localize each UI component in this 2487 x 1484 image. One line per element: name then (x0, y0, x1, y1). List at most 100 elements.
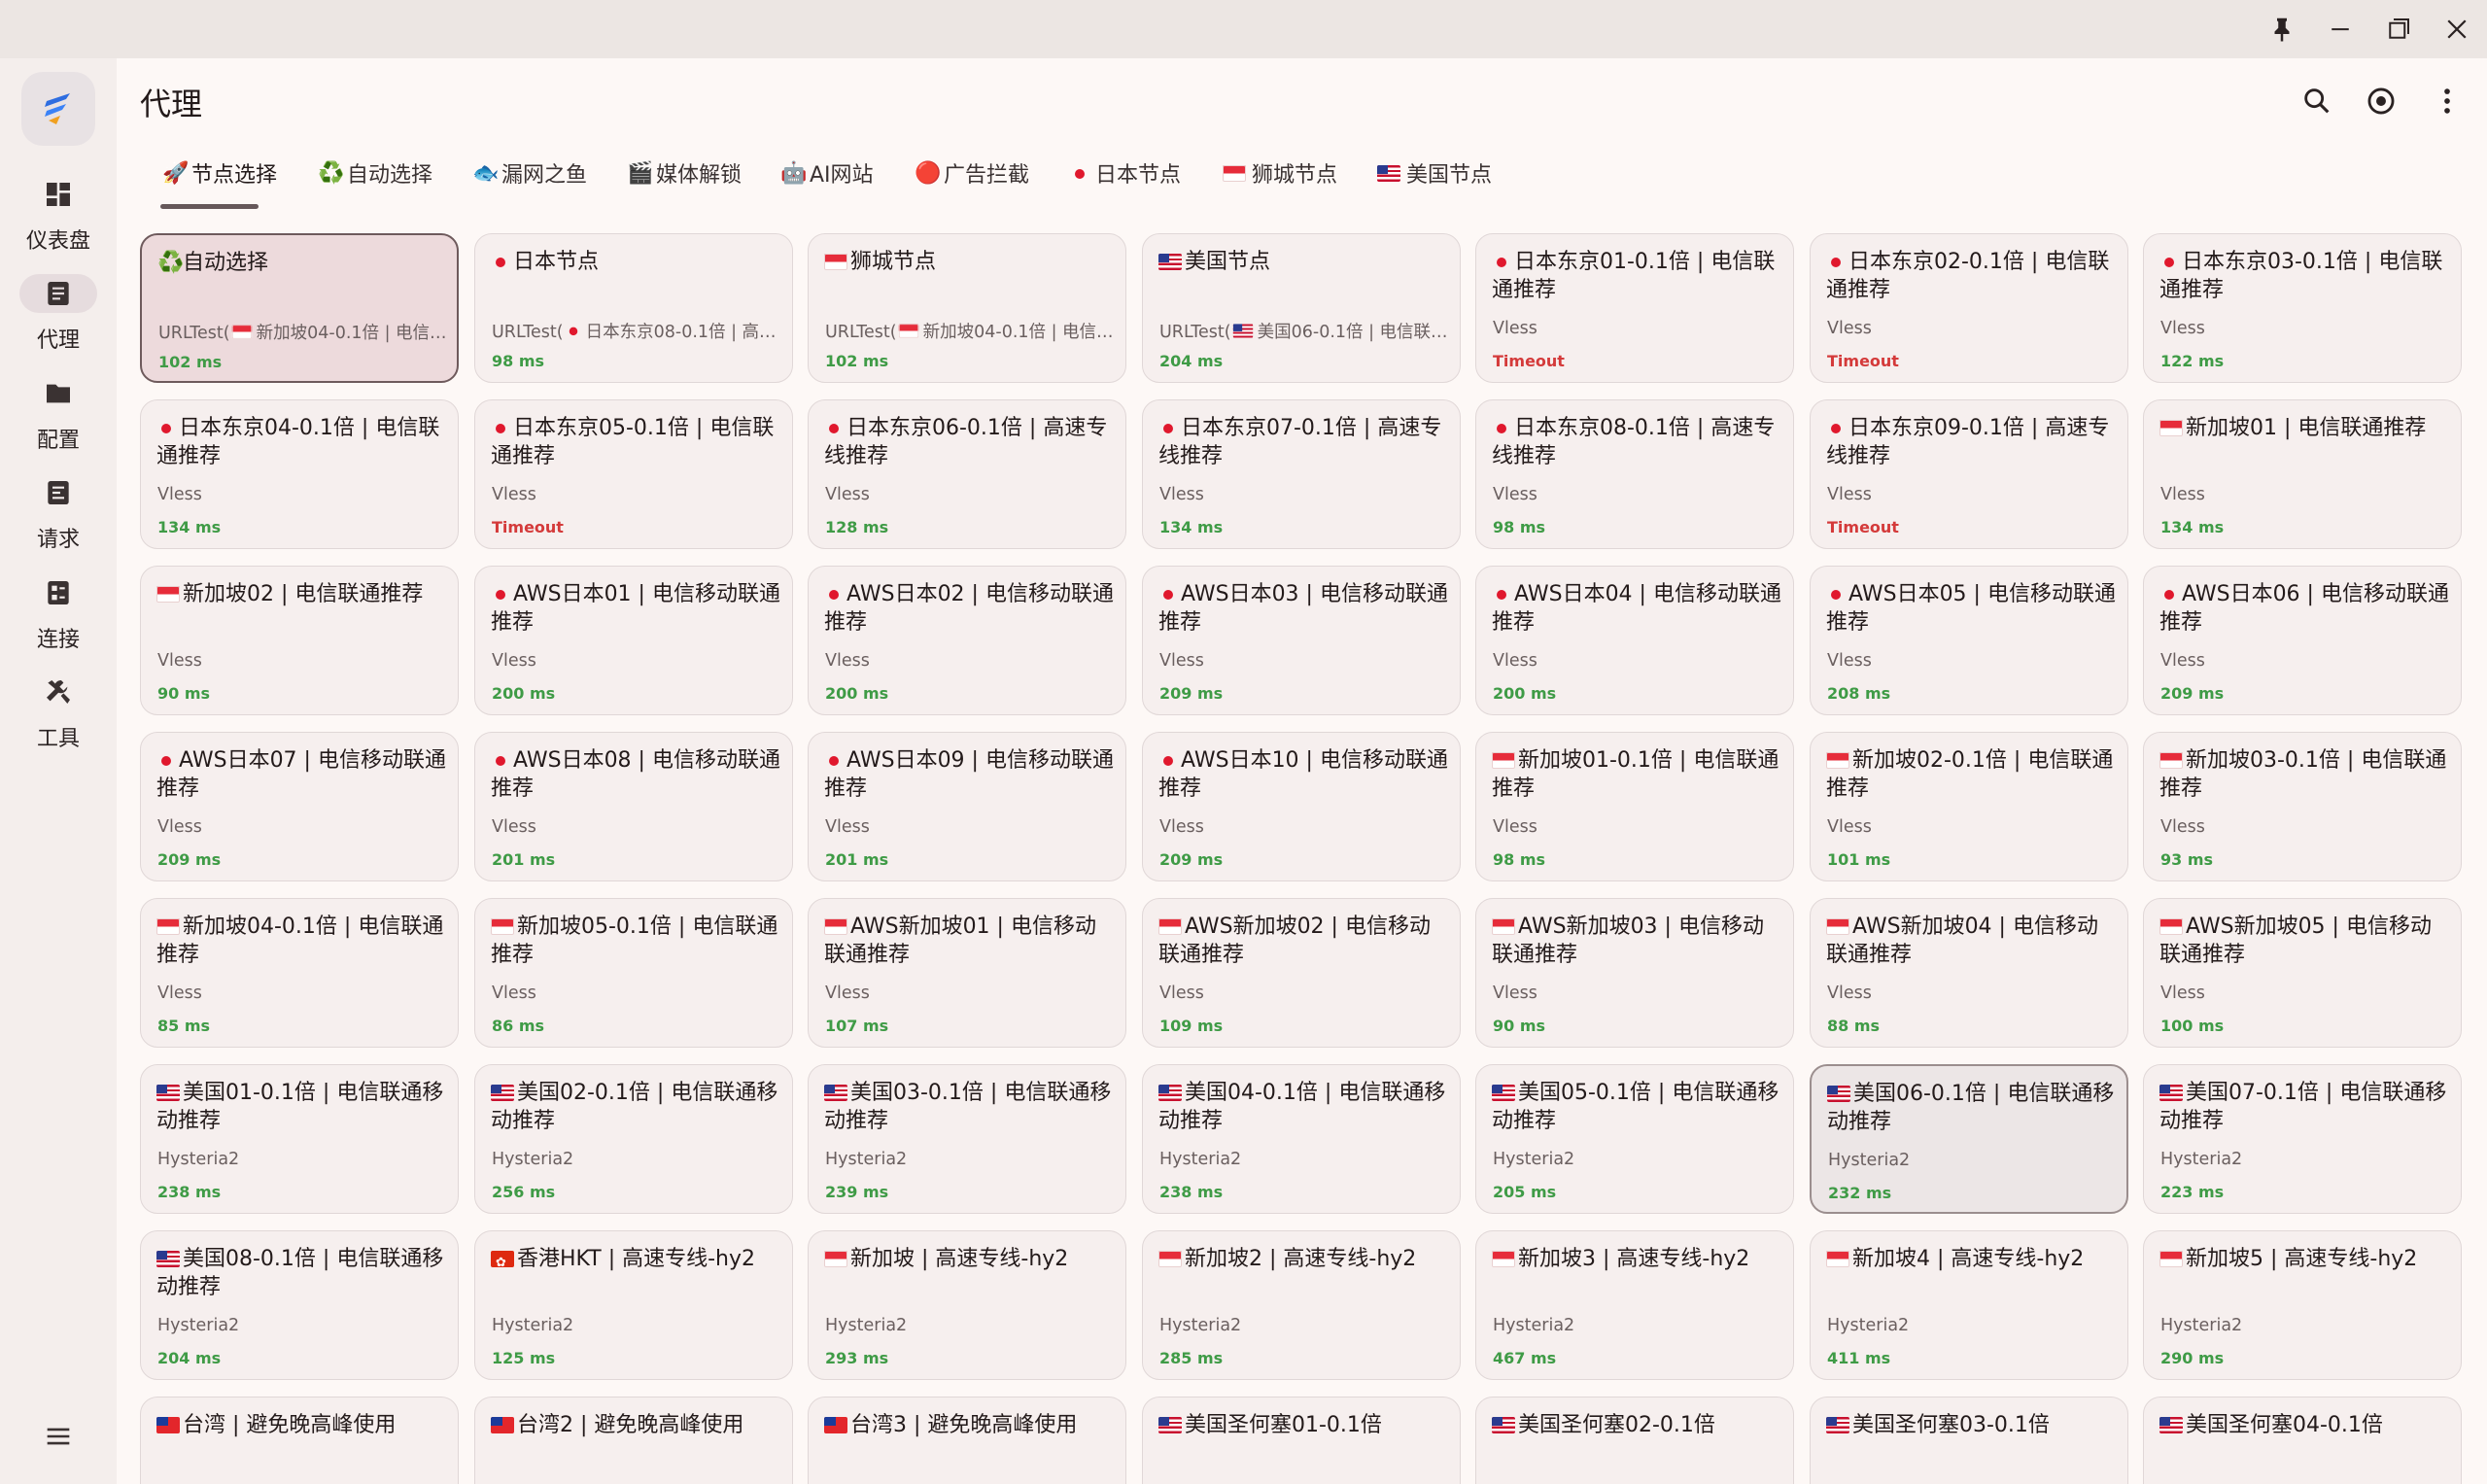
latency-badge[interactable]: 256 ms (492, 1183, 555, 1201)
proxy-card[interactable]: 台湾3 | 避免晚高峰使用 (808, 1397, 1126, 1484)
latency-badge[interactable]: 98 ms (492, 352, 544, 370)
proxy-card[interactable]: ♻️自动选择 URLTest(新加坡04-0.1倍 | 电信联通推荐) 102 ms (140, 233, 459, 383)
tab-singapore-nodes[interactable]: 狮城节点 (1223, 146, 1337, 200)
latency-badge[interactable]: 200 ms (492, 684, 555, 703)
more-vert-icon[interactable] (2424, 78, 2470, 124)
latency-badge[interactable]: 223 ms (2160, 1183, 2224, 1201)
proxy-card[interactable]: 日本东京01-0.1倍 | 电信联通推荐 Vless Timeout (1475, 233, 1794, 383)
proxy-card[interactable]: 美国05-0.1倍 | 电信联通移动推荐 Hysteria2 205 ms (1475, 1064, 1794, 1214)
latency-badge[interactable]: 205 ms (1493, 1183, 1556, 1201)
proxy-card[interactable]: 新加坡2 | 高速专线-hy2 Hysteria2 285 ms (1142, 1230, 1461, 1380)
proxy-card[interactable]: AWS新加坡03 | 电信移动联通推荐 Vless 90 ms (1475, 898, 1794, 1048)
latency-badge[interactable]: 209 ms (1159, 850, 1223, 869)
proxy-card[interactable]: AWS日本01 | 电信移动联通推荐 Vless 200 ms (474, 566, 793, 715)
latency-badge[interactable]: 107 ms (825, 1017, 888, 1035)
sidebar-item-proxy[interactable]: 代理 (0, 274, 117, 371)
latency-badge[interactable]: 238 ms (157, 1183, 221, 1201)
latency-badge[interactable]: 90 ms (1493, 1017, 1545, 1035)
proxy-card[interactable]: 美国圣何塞04-0.1倍 (2143, 1397, 2462, 1484)
proxy-card[interactable]: 狮城节点 URLTest(新加坡04-0.1倍 | 电信联通推荐) 102 ms (808, 233, 1126, 383)
proxy-card[interactable]: 美国07-0.1倍 | 电信联通移动推荐 Hysteria2 223 ms (2143, 1064, 2462, 1214)
tab-fallback[interactable]: 🐟 漏网之鱼 (472, 146, 587, 200)
target-icon[interactable] (2358, 78, 2404, 124)
latency-badge[interactable]: 90 ms (157, 684, 210, 703)
proxy-card[interactable]: 美国04-0.1倍 | 电信联通移动推荐 Hysteria2 238 ms (1142, 1064, 1461, 1214)
latency-badge[interactable]: Timeout (1827, 352, 1899, 370)
proxy-card[interactable]: 新加坡04-0.1倍 | 电信联通推荐 Vless 85 ms (140, 898, 459, 1048)
tab-ad-block[interactable]: 🔴 广告拦截 (915, 146, 1029, 200)
proxy-card[interactable]: 美国圣何塞02-0.1倍 (1475, 1397, 1794, 1484)
proxy-card[interactable]: 日本东京05-0.1倍 | 电信联通推荐 Vless Timeout (474, 399, 793, 549)
proxy-card[interactable]: 美国01-0.1倍 | 电信联通移动推荐 Hysteria2 238 ms (140, 1064, 459, 1214)
latency-badge[interactable]: 100 ms (2160, 1017, 2224, 1035)
latency-badge[interactable]: 122 ms (2160, 352, 2224, 370)
latency-badge[interactable]: 467 ms (1493, 1349, 1556, 1367)
latency-badge[interactable]: 134 ms (2160, 518, 2224, 536)
proxy-card[interactable]: AWS日本05 | 电信移动联通推荐 Vless 208 ms (1810, 566, 2128, 715)
latency-badge[interactable]: Timeout (492, 518, 564, 536)
proxy-card[interactable]: 日本东京04-0.1倍 | 电信联通推荐 Vless 134 ms (140, 399, 459, 549)
proxy-card[interactable]: 新加坡01 | 电信联通推荐 Vless 134 ms (2143, 399, 2462, 549)
proxy-card[interactable]: 美国圣何塞03-0.1倍 (1810, 1397, 2128, 1484)
sidebar-item-requests[interactable]: 请求 (0, 473, 117, 570)
latency-badge[interactable]: 209 ms (157, 850, 221, 869)
close-icon[interactable] (2435, 10, 2478, 49)
latency-badge[interactable]: 290 ms (2160, 1349, 2224, 1367)
proxy-card[interactable]: 美国圣何塞01-0.1倍 (1142, 1397, 1461, 1484)
proxy-card[interactable]: 新加坡03-0.1倍 | 电信联通推荐 Vless 93 ms (2143, 732, 2462, 881)
latency-badge[interactable]: 293 ms (825, 1349, 888, 1367)
proxy-card[interactable]: 新加坡4 | 高速专线-hy2 Hysteria2 411 ms (1810, 1230, 2128, 1380)
latency-badge[interactable]: 134 ms (157, 518, 221, 536)
proxy-card[interactable]: 美国02-0.1倍 | 电信联通移动推荐 Hysteria2 256 ms (474, 1064, 793, 1214)
proxy-card[interactable]: 日本东京03-0.1倍 | 电信联通推荐 Vless 122 ms (2143, 233, 2462, 383)
latency-badge[interactable]: 128 ms (825, 518, 888, 536)
sidebar-item-profiles[interactable]: 配置 (0, 374, 117, 471)
latency-badge[interactable]: 102 ms (825, 352, 888, 370)
latency-badge[interactable]: 98 ms (1493, 850, 1545, 869)
proxy-card[interactable]: 美国06-0.1倍 | 电信联通移动推荐 Hysteria2 232 ms (1810, 1064, 2128, 1214)
sidebar-item-dashboard[interactable]: 仪表盘 (0, 175, 117, 272)
tab-node-select[interactable]: 🚀 节点选择 (162, 146, 277, 200)
tab-media-unlock[interactable]: 🎬 媒体解锁 (627, 146, 742, 200)
latency-badge[interactable]: 411 ms (1827, 1349, 1890, 1367)
proxy-card[interactable]: 美国节点 URLTest(美国06-0.1倍 | 电信联通移动推荐) 204 ms (1142, 233, 1461, 383)
proxy-card[interactable]: 新加坡02-0.1倍 | 电信联通推荐 Vless 101 ms (1810, 732, 2128, 881)
menu-icon[interactable] (29, 1412, 87, 1461)
latency-badge[interactable]: 232 ms (1828, 1184, 1891, 1202)
proxy-card[interactable]: 日本东京09-0.1倍 | 高速专线推荐 Vless Timeout (1810, 399, 2128, 549)
proxy-card[interactable]: 新加坡5 | 高速专线-hy2 Hysteria2 290 ms (2143, 1230, 2462, 1380)
proxy-card[interactable]: 新加坡 | 高速专线-hy2 Hysteria2 293 ms (808, 1230, 1126, 1380)
proxy-card[interactable]: 新加坡05-0.1倍 | 电信联通推荐 Vless 86 ms (474, 898, 793, 1048)
sidebar-item-connections[interactable]: 连接 (0, 573, 117, 671)
proxy-card[interactable]: 日本东京06-0.1倍 | 高速专线推荐 Vless 128 ms (808, 399, 1126, 549)
proxy-card[interactable]: AWS新加坡05 | 电信移动联通推荐 Vless 100 ms (2143, 898, 2462, 1048)
proxy-card[interactable]: AWS新加坡04 | 电信移动联通推荐 Vless 88 ms (1810, 898, 2128, 1048)
proxy-card[interactable]: AWS日本07 | 电信移动联通推荐 Vless 209 ms (140, 732, 459, 881)
proxy-card[interactable]: 日本节点 URLTest(日本东京08-0.1倍 | 高速专线推荐) 98 ms (474, 233, 793, 383)
latency-badge[interactable]: 125 ms (492, 1349, 555, 1367)
tab-japan-nodes[interactable]: 日本节点 (1070, 146, 1181, 200)
proxy-card[interactable]: AWS新加坡01 | 电信移动联通推荐 Vless 107 ms (808, 898, 1126, 1048)
latency-badge[interactable]: 98 ms (1493, 518, 1545, 536)
latency-badge[interactable]: 204 ms (157, 1349, 221, 1367)
proxy-card[interactable]: 日本东京08-0.1倍 | 高速专线推荐 Vless 98 ms (1475, 399, 1794, 549)
pin-icon[interactable] (2261, 10, 2303, 49)
proxy-card[interactable]: 新加坡01-0.1倍 | 电信联通推荐 Vless 98 ms (1475, 732, 1794, 881)
latency-badge[interactable]: 285 ms (1159, 1349, 1223, 1367)
proxy-card[interactable]: AWS日本04 | 电信移动联通推荐 Vless 200 ms (1475, 566, 1794, 715)
proxy-card[interactable]: 日本东京07-0.1倍 | 高速专线推荐 Vless 134 ms (1142, 399, 1461, 549)
latency-badge[interactable]: 101 ms (1827, 850, 1890, 869)
latency-badge[interactable]: 208 ms (1827, 684, 1890, 703)
latency-badge[interactable]: 209 ms (2160, 684, 2224, 703)
maximize-icon[interactable] (2377, 10, 2420, 49)
latency-badge[interactable]: 134 ms (1159, 518, 1223, 536)
latency-badge[interactable]: 102 ms (158, 353, 222, 371)
sidebar-item-tools[interactable]: 工具 (0, 673, 117, 770)
latency-badge[interactable]: 109 ms (1159, 1017, 1223, 1035)
proxy-card[interactable]: 美国03-0.1倍 | 电信联通移动推荐 Hysteria2 239 ms (808, 1064, 1126, 1214)
latency-badge[interactable]: 209 ms (1159, 684, 1223, 703)
search-icon[interactable] (2294, 78, 2340, 124)
latency-badge[interactable]: 204 ms (1159, 352, 1223, 370)
latency-badge[interactable]: 239 ms (825, 1183, 888, 1201)
proxy-card[interactable]: AWS新加坡02 | 电信移动联通推荐 Vless 109 ms (1142, 898, 1461, 1048)
